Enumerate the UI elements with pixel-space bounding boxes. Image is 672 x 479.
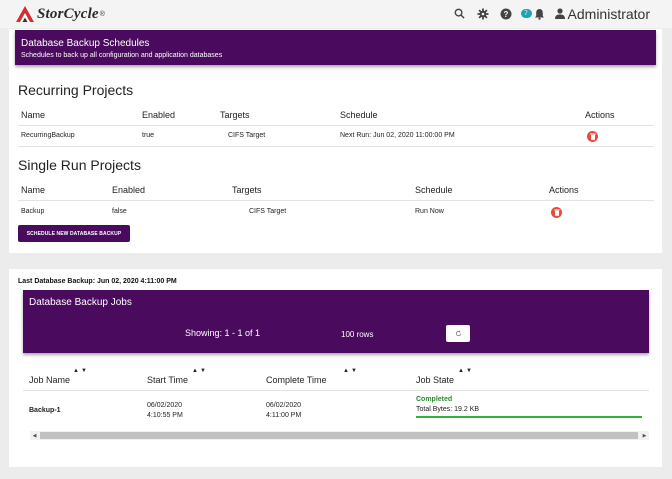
- trash-icon: [589, 133, 596, 140]
- scrollbar-thumb[interactable]: [40, 432, 638, 439]
- schedules-banner: Database Backup Schedules Schedules to b…: [15, 30, 656, 65]
- job-start-date: 06/02/2020: [147, 402, 183, 409]
- job-complete-time: 4:11:00 PM: [266, 412, 302, 419]
- sort-arrows-icon[interactable]: ▲▼: [192, 368, 208, 374]
- job-start-time: 4:10:55 PM: [147, 412, 183, 419]
- single-row-targets: CIFS Target: [249, 208, 287, 215]
- search-icon[interactable]: [453, 7, 467, 21]
- recurring-header-name[interactable]: Name: [21, 110, 45, 120]
- jobs-banner: Database Backup Jobs Showing: 1 - 1 of 1…: [23, 290, 649, 353]
- top-bar: StorCycle ® ? 7 Administrator: [0, 0, 672, 28]
- jobs-card: Last Database Backup: Jun 02, 2020 4:11:…: [9, 269, 662, 467]
- single-header-actions: Actions: [549, 185, 579, 195]
- table-divider: [18, 146, 654, 147]
- jobs-header-state[interactable]: Job State: [416, 375, 454, 385]
- schedules-card: Database Backup Schedules Schedules to b…: [9, 29, 662, 253]
- recurring-row-schedule: Next Run: Jun 02, 2020 11:00:00 PM: [340, 132, 455, 139]
- recurring-row-name[interactable]: RecurringBackup: [21, 132, 75, 139]
- recurring-header-targets[interactable]: Targets: [220, 110, 250, 120]
- jobs-title: Database Backup Jobs: [29, 297, 132, 308]
- job-total-bytes: Total Bytes: 19.2 KB: [416, 406, 480, 413]
- schedule-new-backup-button[interactable]: SCHEDULE NEW DATABASE BACKUP: [18, 225, 130, 242]
- table-divider: [23, 390, 649, 391]
- banner-title: Database Backup Schedules: [21, 38, 150, 49]
- recurring-header-schedule[interactable]: Schedule: [340, 110, 378, 120]
- pagination-showing: Showing: 1 - 1 of 1: [185, 328, 261, 338]
- recurring-header-enabled[interactable]: Enabled: [142, 110, 175, 120]
- jobs-header-start[interactable]: Start Time: [147, 375, 188, 385]
- single-run-projects-title: Single Run Projects: [18, 157, 141, 173]
- single-header-enabled[interactable]: Enabled: [112, 185, 145, 195]
- notification-badge[interactable]: 7: [520, 9, 532, 18]
- job-complete-date: 06/02/2020: [266, 402, 302, 409]
- table-divider: [18, 200, 654, 201]
- recurring-projects-title: Recurring Projects: [18, 82, 134, 98]
- gear-icon[interactable]: [476, 7, 490, 21]
- jobs-header-name[interactable]: Job Name: [29, 375, 70, 385]
- refresh-icon: [455, 330, 461, 337]
- recurring-row-targets: CIFS Target: [228, 132, 266, 139]
- single-row-schedule: Run Now: [415, 208, 444, 215]
- single-delete-button[interactable]: [551, 207, 562, 218]
- job-progress-bar: [416, 416, 642, 418]
- user-menu[interactable]: Administrator: [554, 5, 650, 22]
- recurring-header-actions: Actions: [585, 110, 615, 120]
- recurring-row-enabled: true: [142, 132, 155, 139]
- app-name: StorCycle: [37, 5, 99, 22]
- user-icon: [554, 8, 565, 19]
- job-state: Completed: [416, 396, 453, 403]
- rows-per-page[interactable]: 100 rows: [341, 330, 373, 339]
- jobs-header-complete[interactable]: Complete Time: [266, 375, 327, 385]
- single-row-enabled: false: [112, 208, 127, 215]
- sort-arrows-icon[interactable]: ▲▼: [73, 368, 89, 374]
- sort-arrows-icon[interactable]: ▲▼: [343, 368, 359, 374]
- horizontal-scrollbar[interactable]: ◀ ▶: [30, 431, 649, 440]
- single-row-name[interactable]: Backup: [21, 208, 44, 215]
- last-backup-label: Last Database Backup: Jun 02, 2020 4:11:…: [18, 278, 177, 285]
- registered-mark: ®: [99, 10, 105, 18]
- sort-arrows-icon[interactable]: ▲▼: [458, 368, 474, 374]
- job-name[interactable]: Backup-1: [29, 406, 61, 416]
- svg-text:?: ?: [503, 10, 508, 19]
- refresh-button[interactable]: [446, 325, 470, 342]
- scroll-left-icon[interactable]: ◀: [30, 431, 39, 440]
- single-header-schedule[interactable]: Schedule: [415, 185, 453, 195]
- scroll-right-icon[interactable]: ▶: [640, 431, 649, 440]
- banner-subtitle: Schedules to back up all configuration a…: [21, 52, 223, 59]
- user-name: Administrator: [567, 5, 650, 22]
- single-header-targets[interactable]: Targets: [232, 185, 262, 195]
- trash-icon: [553, 209, 560, 216]
- bell-icon[interactable]: [533, 7, 547, 21]
- recurring-delete-button[interactable]: [587, 131, 598, 142]
- app-logo[interactable]: StorCycle ®: [14, 5, 105, 23]
- storcycle-logo-icon: [14, 5, 36, 23]
- table-divider: [18, 125, 654, 126]
- help-icon[interactable]: ?: [499, 7, 513, 21]
- single-header-name[interactable]: Name: [21, 185, 45, 195]
